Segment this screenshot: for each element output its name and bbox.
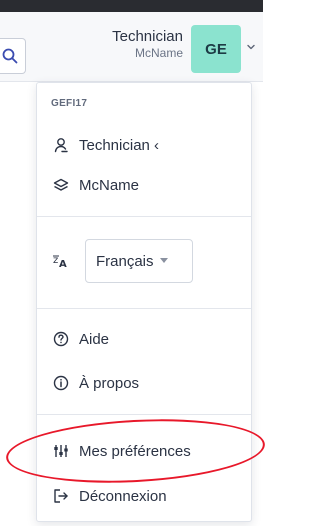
language-row: z A bbox=[53, 248, 73, 274]
divider bbox=[37, 216, 251, 217]
layers-icon bbox=[53, 177, 73, 193]
menu-item-label: Technician ‹ bbox=[79, 136, 160, 154]
menu-item-logout[interactable]: Déconnexion bbox=[53, 483, 167, 509]
chevron-down-icon[interactable] bbox=[246, 42, 256, 52]
menu-item-help[interactable]: Aide bbox=[53, 326, 109, 352]
search-icon bbox=[2, 48, 17, 64]
menu-item-label: McName bbox=[79, 176, 140, 194]
language-select-value: Français bbox=[96, 252, 154, 270]
user-name: Technician bbox=[112, 28, 183, 45]
divider bbox=[37, 414, 251, 415]
avatar-initials: GE bbox=[205, 40, 227, 58]
menu-item-entity[interactable]: McName bbox=[53, 172, 139, 198]
language-select[interactable]: Français bbox=[85, 239, 193, 283]
menu-item-label: Déconnexion bbox=[79, 487, 167, 505]
user-menu-dropdown: GEFI17 Technician ‹ McName z A Français … bbox=[36, 82, 252, 522]
help-circle-icon bbox=[53, 331, 73, 347]
info-circle-icon bbox=[53, 375, 73, 391]
search-button[interactable] bbox=[0, 38, 26, 74]
top-bar bbox=[0, 0, 263, 12]
menu-item-label: Mes préférences bbox=[79, 442, 191, 460]
user-icon bbox=[53, 137, 73, 153]
svg-text:z: z bbox=[53, 255, 58, 266]
menu-item-label: Aide bbox=[79, 330, 110, 348]
caret-down-icon bbox=[159, 258, 168, 263]
menu-item-about[interactable]: À propos bbox=[53, 370, 139, 396]
divider bbox=[37, 308, 251, 309]
translate-icon: z A bbox=[53, 253, 73, 269]
logout-icon bbox=[53, 488, 73, 504]
menu-item-profile[interactable]: Technician ‹ bbox=[53, 132, 159, 158]
menu-item-label: À propos bbox=[79, 374, 140, 392]
user-entity: McName bbox=[134, 46, 183, 60]
avatar[interactable]: GE bbox=[191, 25, 241, 73]
entity-code: GEFI17 bbox=[51, 98, 88, 109]
menu-item-preferences[interactable]: Mes préférences bbox=[53, 438, 191, 464]
svg-text:A: A bbox=[59, 259, 67, 269]
sliders-icon bbox=[53, 443, 73, 459]
user-info[interactable]: Technician McName bbox=[112, 28, 183, 61]
